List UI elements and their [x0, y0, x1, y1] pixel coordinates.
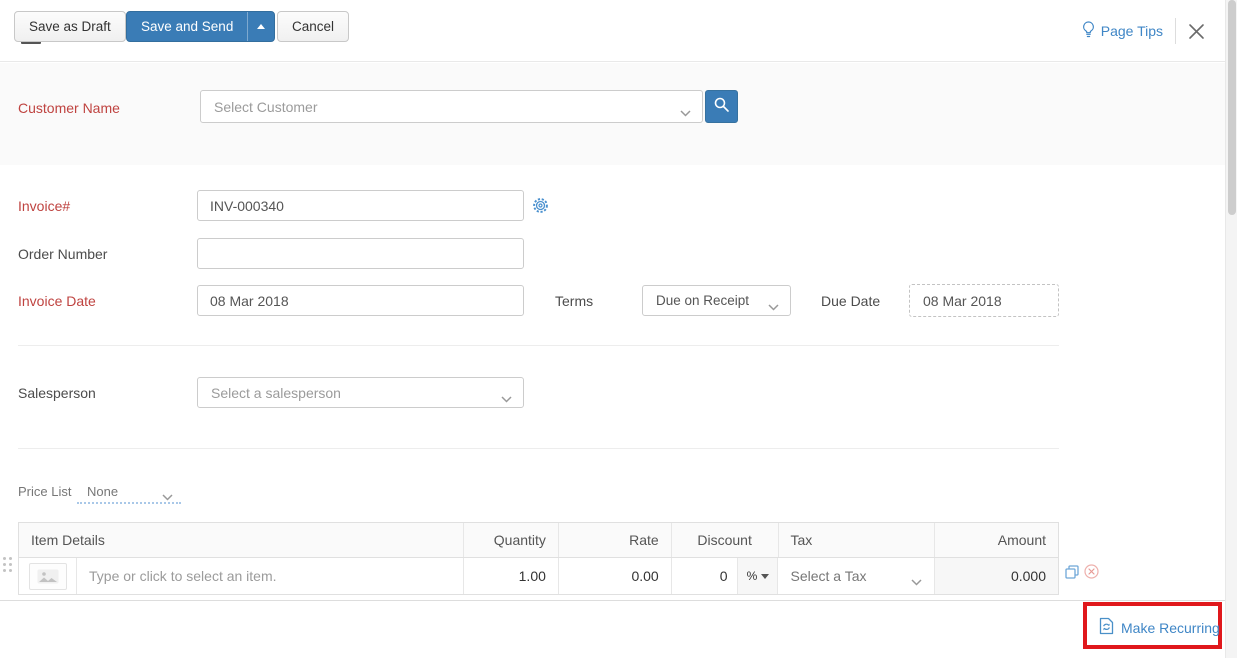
scrollbar-thumb[interactable] [1228, 0, 1236, 215]
save-and-send-label[interactable]: Save and Send [127, 12, 247, 41]
salesperson-label: Salesperson [18, 385, 96, 401]
due-date-value: 08 Mar 2018 [923, 293, 1002, 309]
item-image-cell[interactable] [19, 558, 77, 594]
tax-select-placeholder: Select a Tax [790, 568, 866, 584]
save-and-send-split-button[interactable]: Save and Send [126, 11, 275, 42]
chevron-down-icon [911, 573, 922, 589]
footer-bar [0, 600, 1225, 658]
quantity-cell[interactable]: 1.00 [464, 558, 559, 594]
tax-select[interactable]: Select a Tax [778, 558, 935, 594]
items-table: Item Details Quantity Rate Discount Tax … [18, 522, 1059, 595]
discount-value[interactable]: 0 [672, 568, 738, 584]
recurring-document-icon [1099, 617, 1114, 638]
clone-row-icon[interactable] [1065, 565, 1079, 584]
search-icon [713, 96, 730, 118]
salesperson-select[interactable]: Select a salesperson [197, 377, 524, 408]
chevron-down-icon [680, 104, 691, 120]
col-header-rate: Rate [559, 523, 672, 557]
caret-up-icon [257, 24, 265, 29]
terms-value: Due on Receipt [656, 293, 749, 308]
salesperson-placeholder: Select a salesperson [211, 385, 341, 401]
price-list-value[interactable]: None [87, 484, 118, 499]
save-and-send-dropdown-toggle[interactable] [247, 12, 274, 41]
discount-unit-label: % [747, 569, 758, 583]
invoice-number-input[interactable] [197, 190, 524, 221]
item-select-input[interactable]: Type or click to select an item. [77, 568, 277, 584]
lightbulb-icon [1082, 21, 1095, 41]
scrollbar-track[interactable] [1225, 0, 1237, 658]
new-invoice-page: New Invoice Page Tips Customer Name [0, 0, 1237, 658]
page-tips-label: Page Tips [1101, 23, 1163, 39]
item-row: Type or click to select an item. 1.00 0.… [19, 558, 1058, 594]
amount-cell: 0.000 [935, 558, 1058, 594]
terms-select[interactable]: Due on Receipt [642, 285, 791, 316]
caret-down-icon [761, 574, 769, 579]
make-recurring-link[interactable]: Make Recurring [1099, 617, 1220, 638]
customer-select[interactable]: Select Customer [200, 90, 703, 123]
customer-select-placeholder: Select Customer [214, 99, 317, 115]
order-number-label: Order Number [18, 246, 107, 262]
make-recurring-label: Make Recurring [1121, 620, 1220, 636]
invoice-settings-gear-icon[interactable] [532, 197, 549, 219]
header-divider [1175, 18, 1176, 44]
col-header-discount: Discount [672, 523, 779, 557]
customer-search-button[interactable] [705, 90, 738, 123]
col-header-quantity: Quantity [464, 523, 559, 557]
price-list-label: Price List [18, 484, 71, 499]
price-list-dotted-underline [77, 502, 181, 504]
chevron-down-icon [501, 390, 512, 406]
items-table-header: Item Details Quantity Rate Discount Tax … [19, 523, 1058, 558]
due-date-label: Due Date [821, 293, 880, 309]
order-number-input[interactable] [197, 238, 524, 269]
remove-row-icon[interactable] [1084, 564, 1099, 584]
close-icon[interactable] [1188, 23, 1205, 40]
discount-unit-dropdown[interactable]: % [737, 558, 777, 594]
terms-label: Terms [555, 293, 593, 309]
col-header-amount: Amount [935, 523, 1058, 557]
rate-cell[interactable]: 0.00 [559, 558, 672, 594]
section-divider [18, 345, 1059, 346]
image-icon [37, 569, 59, 584]
invoice-date-label: Invoice Date [18, 293, 96, 309]
item-details-cell: Type or click to select an item. [19, 558, 464, 594]
col-header-item-details: Item Details [19, 523, 464, 557]
due-date-input[interactable]: 08 Mar 2018 [909, 284, 1059, 317]
item-row-actions [1065, 564, 1099, 584]
customer-name-label: Customer Name [18, 100, 120, 116]
col-header-tax: Tax [779, 523, 936, 557]
row-drag-handle[interactable] [3, 557, 12, 572]
page-tips-link[interactable]: Page Tips [1082, 21, 1163, 41]
item-image-placeholder [29, 563, 67, 590]
chevron-down-icon [768, 298, 779, 314]
header-actions: Page Tips [1082, 0, 1205, 62]
cancel-button[interactable]: Cancel [277, 11, 349, 42]
section-divider [18, 448, 1059, 449]
invoice-number-label: Invoice# [18, 198, 70, 214]
invoice-date-input[interactable] [197, 285, 524, 316]
discount-cell: 0 % [672, 558, 779, 594]
save-as-draft-button[interactable]: Save as Draft [14, 11, 126, 42]
